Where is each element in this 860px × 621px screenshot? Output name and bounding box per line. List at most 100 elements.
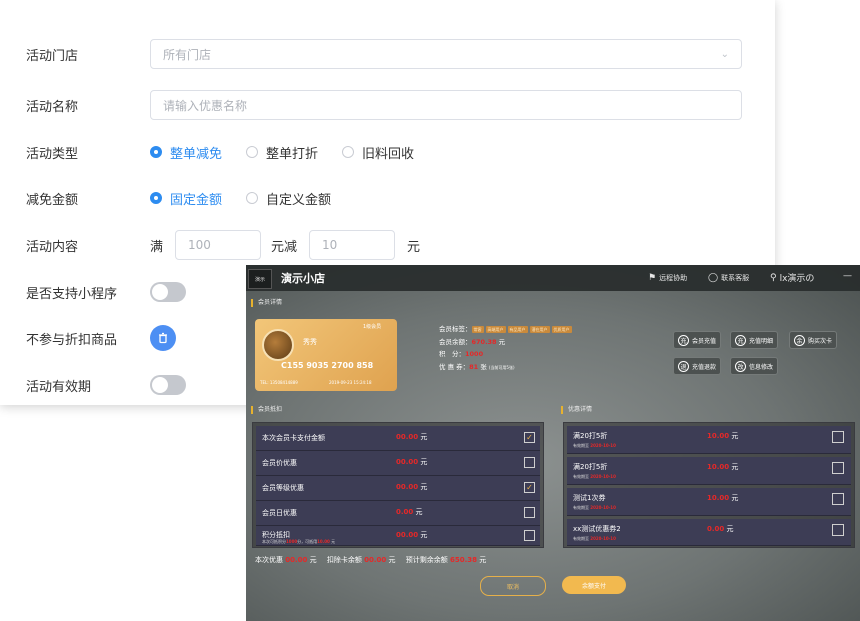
toggle-knob bbox=[152, 377, 168, 393]
item-name: 本次会员卡支付金额 bbox=[262, 434, 325, 442]
item-checkbox[interactable] bbox=[524, 457, 535, 468]
amount-unit: 元 bbox=[420, 433, 428, 441]
coupon-row: 满20打5折 有效期至 2020-10-10 10.00 元 bbox=[567, 426, 851, 454]
coupon-amount: 0.00 元 bbox=[707, 524, 734, 534]
amount-unit: 元 bbox=[420, 483, 428, 491]
item-checkbox[interactable]: ✓ bbox=[524, 432, 535, 443]
content-mid: 元减 bbox=[271, 239, 298, 255]
store-select[interactable]: 所有门店 ⌄ bbox=[150, 39, 742, 69]
content-fields: 满 100 元减 10 元 bbox=[150, 230, 420, 260]
min-amount-input[interactable]: 100 bbox=[175, 230, 262, 260]
amount-value: 0.00 bbox=[396, 508, 414, 516]
contact-service-label: 联系客服 bbox=[721, 274, 750, 282]
delete-goods-button[interactable] bbox=[150, 325, 176, 351]
store-select-value: 所有门店 bbox=[163, 47, 212, 62]
card-deduct-label: 扣除卡余额 bbox=[326, 556, 362, 564]
coupon-checkbox[interactable] bbox=[832, 462, 844, 474]
edit-info-button[interactable]: 改信息修改 bbox=[730, 357, 779, 375]
radio-old-material[interactable]: 旧料回收 bbox=[342, 143, 414, 162]
radio-custom-amount[interactable]: 自定义金额 bbox=[246, 189, 331, 208]
points-deduct-note: 本次可抵积分1000分，可抵用10.00 元 bbox=[262, 539, 335, 545]
detail-icon: 充 bbox=[735, 334, 746, 346]
radio-dot bbox=[342, 146, 355, 158]
item-checkbox[interactable] bbox=[524, 507, 535, 518]
balance-value: 670.38 bbox=[471, 337, 497, 346]
amount-value: 00.00 bbox=[396, 483, 419, 491]
validity-label: 有效期至 bbox=[573, 505, 589, 510]
member-info: 会员标签： 常客 高端用户 有品用户 潜在用户 优质用户 会员余额：670.38 元 积 … bbox=[439, 323, 574, 374]
member-join-date: 2019-09-23 15:24:18 bbox=[329, 380, 372, 385]
member-recharge-button[interactable]: 充会员充值 bbox=[673, 331, 722, 349]
member-name: 秀秀 bbox=[303, 338, 317, 346]
item-amount: 00.00 元 bbox=[396, 457, 427, 467]
radio-dot bbox=[150, 192, 162, 204]
contact-service-button[interactable]: ◯ 联系客服 bbox=[708, 273, 749, 283]
headset-icon: ◯ bbox=[708, 273, 719, 283]
amount-value: 00.00 bbox=[396, 433, 419, 441]
coupon-name: 满20打5折 bbox=[573, 463, 608, 471]
recharge-refund-button[interactable]: 退充值退款 bbox=[673, 357, 722, 375]
radio-fixed-amount[interactable]: 固定金额 bbox=[150, 189, 222, 208]
cancel-button[interactable]: 取消 bbox=[480, 576, 546, 596]
item-amount: 00.00 元 bbox=[396, 530, 427, 540]
sub-prefix: 本次可抵积分 bbox=[262, 539, 286, 544]
remote-assist-button[interactable]: ⚑ 远程协助 bbox=[648, 273, 687, 283]
member-card-number: C155 9035 2700 858 bbox=[281, 361, 374, 370]
coupon-row: 测试1次券 有效期至 2020-10-10 10.00 元 bbox=[567, 488, 851, 516]
member-card: 1级会员 秀秀 C155 9035 2700 858 TEL: 13508414… bbox=[255, 319, 397, 391]
radio-whole-reduction[interactable]: 整单减免 bbox=[150, 143, 222, 162]
balance-pay-button[interactable]: 余额支付 bbox=[562, 576, 626, 594]
edit-icon: 改 bbox=[735, 360, 746, 372]
min-amount-placeholder: 100 bbox=[188, 238, 211, 252]
activity-name-input[interactable]: 请输入优惠名称 bbox=[150, 90, 742, 120]
item-checkbox[interactable] bbox=[524, 530, 535, 541]
balance-unit: 元 bbox=[498, 337, 506, 346]
amount-unit: 元 bbox=[731, 494, 739, 502]
amount-value: 00.00 bbox=[396, 458, 419, 466]
points-label: 积 分： bbox=[439, 350, 465, 358]
discount-unit: 元 bbox=[309, 556, 317, 564]
coupon-validity: 有效期至 2020-10-10 bbox=[573, 505, 616, 511]
coupon-checkbox[interactable] bbox=[832, 524, 844, 536]
coupon-panel: 满20打5折 有效期至 2020-10-10 10.00 元 满20打5折 有效… bbox=[563, 422, 855, 548]
coupon-validity: 有效期至 2020-10-10 bbox=[573, 536, 616, 542]
user-menu[interactable]: ⚲ lx演示の bbox=[770, 271, 814, 285]
coupon-checkbox[interactable] bbox=[832, 493, 844, 505]
member-tag: 潜在用户 bbox=[529, 326, 550, 333]
settlement-row: 会员等级优惠 00.00 元 ✓ bbox=[256, 476, 540, 501]
amount-unit: 元 bbox=[415, 508, 423, 516]
radio-dot bbox=[246, 192, 259, 204]
member-tag: 优质用户 bbox=[551, 326, 572, 333]
shop-logo: 演示 bbox=[248, 269, 272, 289]
content-suffix: 元 bbox=[407, 239, 421, 255]
amount-unit: 元 bbox=[420, 531, 428, 539]
item-name: 会员等级优惠 bbox=[262, 484, 304, 492]
card-deduct-unit: 元 bbox=[388, 556, 396, 564]
recharge-detail-button[interactable]: 充充值明细 bbox=[730, 331, 779, 349]
form-label: 不参与折扣商品 bbox=[26, 332, 118, 348]
item-checkbox[interactable]: ✓ bbox=[524, 482, 535, 493]
form-row-name: 活动名称 请输入优惠名称 bbox=[0, 81, 775, 129]
discount-label: 本次优惠 bbox=[255, 556, 283, 564]
buy-times-card-button[interactable]: 余购买次卡 bbox=[789, 331, 838, 349]
form-label: 活动有效期 bbox=[26, 379, 92, 395]
item-amount: 0.00 元 bbox=[396, 507, 423, 517]
radio-whole-discount[interactable]: 整单打折 bbox=[246, 143, 318, 162]
off-amount-placeholder: 10 bbox=[322, 238, 338, 252]
pos-titlebar: 演示 演示小店 ⚑ 远程协助 ◯ 联系客服 ⚲ lx演示の — bbox=[246, 265, 860, 291]
coupon-checkbox[interactable] bbox=[832, 431, 844, 443]
settlement-row: 会员日优惠 0.00 元 bbox=[256, 501, 540, 526]
coupon-amount: 10.00 元 bbox=[707, 462, 738, 472]
discount-value: 00.00 bbox=[285, 556, 308, 564]
validity-toggle[interactable] bbox=[150, 375, 186, 395]
minimize-button[interactable]: — bbox=[843, 271, 852, 281]
amount-value: 10.00 bbox=[707, 432, 730, 440]
recharge-icon: 充 bbox=[678, 334, 689, 346]
content-prefix: 满 bbox=[150, 239, 164, 255]
radio-dot bbox=[150, 146, 162, 158]
form-label: 活动内容 bbox=[26, 239, 79, 255]
action-label: 信息修改 bbox=[749, 363, 774, 371]
coupon-amount: 10.00 元 bbox=[707, 493, 738, 503]
miniprogram-toggle[interactable] bbox=[150, 282, 186, 302]
off-amount-input[interactable]: 10 bbox=[309, 230, 396, 260]
